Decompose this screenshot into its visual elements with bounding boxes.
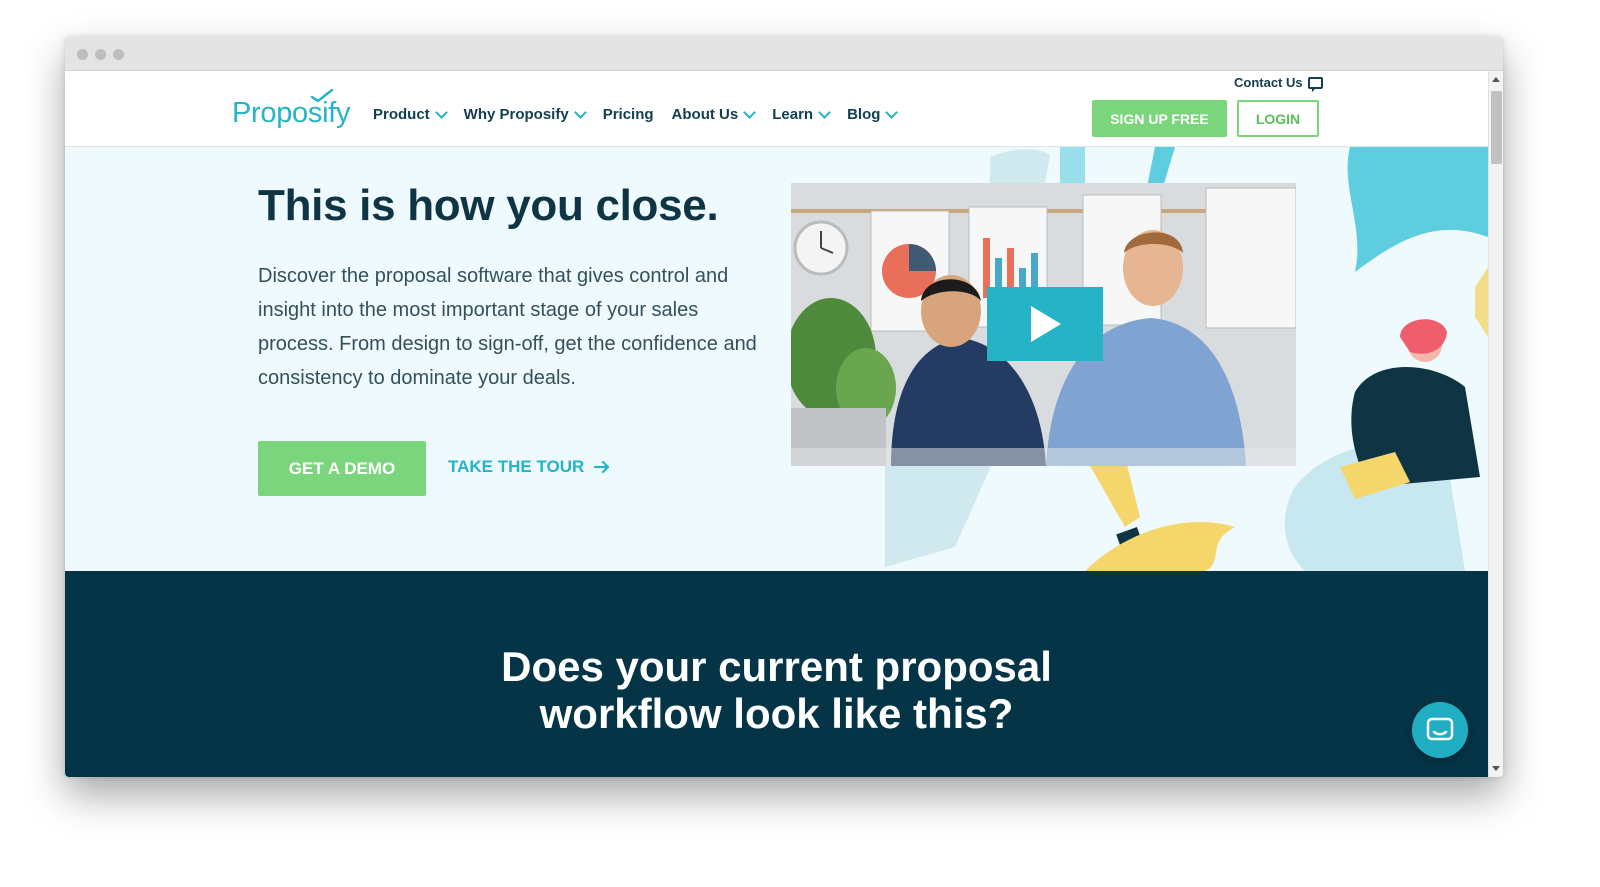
sign-up-free-button[interactable]: SIGN UP FREE <box>1092 100 1227 137</box>
scrollbar-thumb[interactable] <box>1491 91 1502 164</box>
video-player[interactable] <box>791 183 1296 466</box>
nav-label: About Us <box>671 106 739 123</box>
logo-check-mark <box>310 89 334 103</box>
nav-label: Blog <box>847 106 881 123</box>
main-nav: Product Why Proposify Pricing About Us L… <box>373 105 899 123</box>
scroll-up-arrow-icon[interactable] <box>1492 77 1500 82</box>
workflow-heading-line2: workflow look like this? <box>539 690 1014 737</box>
hero-description: Discover the proposal software that give… <box>258 265 757 389</box>
chat-icon <box>1426 717 1454 741</box>
video-play-button[interactable] <box>987 287 1103 361</box>
contact-us-link[interactable]: Contact Us <box>1234 75 1323 92</box>
play-icon <box>1031 306 1061 342</box>
nav-item-why-proposify[interactable]: Why Proposify <box>463 105 587 123</box>
nav-item-product[interactable]: Product <box>373 105 448 123</box>
login-button[interactable]: LOGIN <box>1237 100 1319 137</box>
nav-label: Product <box>373 106 430 123</box>
nav-item-blog[interactable]: Blog <box>847 105 899 123</box>
workflow-section: Does your current proposal workflow look… <box>65 571 1488 777</box>
contact-us-label: Contact Us <box>1234 75 1303 90</box>
chevron-down-icon <box>434 105 448 119</box>
arrow-right-icon <box>594 460 610 474</box>
nav-label: Why Proposify <box>463 106 569 123</box>
chevron-down-icon <box>885 105 899 119</box>
window-close-dot[interactable] <box>77 49 88 60</box>
chevron-down-icon <box>573 105 587 119</box>
chevron-down-icon <box>743 105 757 119</box>
workflow-heading-line1: Does your current proposal <box>501 643 1052 690</box>
workflow-heading: Does your current proposal workflow look… <box>65 643 1488 737</box>
nav-label: Learn <box>772 106 814 123</box>
chat-launcher-button[interactable] <box>1412 702 1468 758</box>
site-header: Proposify Contact Us Product Why Proposi… <box>65 71 1488 147</box>
hero-section: This is how you close. Discover the prop… <box>65 147 1488 571</box>
hero-title: This is how you close. <box>258 181 719 230</box>
page-viewport: Proposify Contact Us Product Why Proposi… <box>65 71 1488 777</box>
window-zoom-dot[interactable] <box>113 49 124 60</box>
tour-label: TAKE THE TOUR <box>448 457 585 476</box>
window-minimize-dot[interactable] <box>95 49 106 60</box>
scroll-down-arrow-icon[interactable] <box>1492 766 1500 771</box>
nav-item-pricing[interactable]: Pricing <box>603 106 654 123</box>
get-a-demo-button[interactable]: GET A DEMO <box>258 441 426 496</box>
nav-item-learn[interactable]: Learn <box>772 105 831 123</box>
take-the-tour-link[interactable]: TAKE THE TOUR <box>448 457 610 477</box>
browser-window: Proposify Contact Us Product Why Proposi… <box>65 37 1503 777</box>
title-bar <box>65 37 1503 71</box>
page-scrollbar[interactable] <box>1488 71 1503 777</box>
nav-label: Pricing <box>602 106 654 123</box>
nav-item-about-us[interactable]: About Us <box>671 105 757 123</box>
chat-bubble-icon <box>1307 76 1323 92</box>
chevron-down-icon <box>818 105 831 119</box>
